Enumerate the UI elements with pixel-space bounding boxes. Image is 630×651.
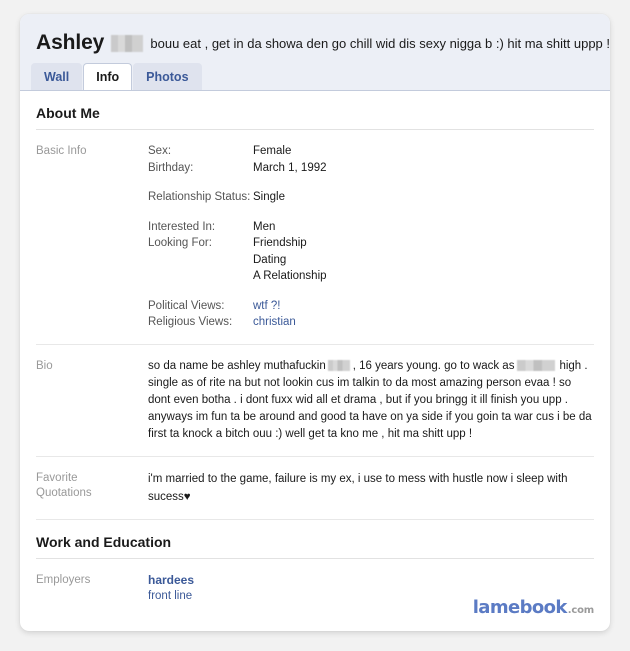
favorite-quotations-text: i'm married to the game, failure is my e… [148, 472, 568, 503]
watermark-brand: lamebook [472, 597, 568, 618]
profile-status-text: bouu eat , get in da showa den go chill … [150, 35, 610, 51]
field-value-religious-views[interactable]: christian [253, 314, 296, 331]
profile-header: Ashley bouu eat , get in da showa den go… [20, 14, 610, 91]
field-value-political-views[interactable]: wtf ?! [253, 298, 280, 315]
field-key-birthday: Birthday: [148, 161, 194, 174]
profile-name-row: Ashley bouu eat , get in da showa den go… [20, 27, 610, 59]
field-birthday: Birthday: March 1, 1992 [148, 160, 594, 177]
employer-name-link[interactable]: hardees [148, 572, 594, 588]
row-label-employers: Employers [36, 573, 91, 586]
field-value-looking-for-1: Friendship [253, 237, 307, 249]
field-spacer [148, 176, 594, 189]
field-value-sex: Female [253, 145, 292, 157]
field-looking-for-extra: Dating [148, 252, 594, 269]
tab-wall[interactable]: Wall [31, 63, 83, 90]
field-sex: Sex: Female [148, 143, 594, 160]
field-key-religious-views: Religious Views: [148, 316, 233, 328]
profile-body: About Me Basic Info Sex: Female Birthday… [20, 91, 610, 617]
row-label-line-2: Quotations [36, 486, 92, 499]
field-looking-for-extra: A Relationship [148, 268, 594, 285]
field-key-empty [148, 252, 253, 269]
field-key-looking-for: Looking For: [148, 237, 212, 249]
field-value-interested-in: Men [253, 220, 276, 233]
profile-card: Ashley bouu eat , get in da showa den go… [20, 14, 610, 631]
field-political-views: Political Views: wtf ?! [148, 298, 594, 315]
row-label-bio: Bio [36, 359, 53, 372]
field-religious-views: Religious Views: christian [148, 314, 594, 331]
field-interested-in: Interested In: Men [148, 219, 594, 236]
field-value-birthday: March 1, 1992 [253, 161, 327, 174]
field-spacer [148, 285, 594, 298]
row-bio: Bio so da name be ashley muthafuckin , 16… [36, 345, 594, 457]
field-key-sex: Sex: [148, 145, 172, 157]
field-key-empty [148, 268, 253, 285]
row-label-basic-info: Basic Info [36, 145, 87, 157]
lamebook-watermark: lamebook .com [473, 597, 594, 618]
row-favorite-quotations: Favorite Quotations i'm married to the g… [36, 457, 594, 520]
redacted-bio-block-2 [517, 360, 556, 372]
field-spacer [148, 206, 594, 219]
field-looking-for: Looking For: Friendship [148, 235, 594, 252]
section-title-about-me: About Me [36, 91, 594, 130]
field-value-looking-for-2: Dating [253, 253, 287, 266]
row-basic-info: Basic Info Sex: Female Birthday: March 1… [36, 130, 594, 345]
row-label-favorite-quotations: Favorite Quotations [36, 470, 148, 501]
field-key-relationship-status: Relationship Status: [148, 191, 251, 203]
redacted-bio-block-1 [327, 360, 350, 372]
bio-text-part-2: , 16 years young. go to wack as [352, 359, 515, 372]
field-key-interested-in: Interested In: [148, 220, 216, 233]
redacted-name-block [111, 34, 144, 52]
bio-text: so da name be ashley muthafuckin , 16 yea… [148, 358, 594, 443]
tab-info[interactable]: Info [83, 63, 133, 90]
row-label-line-1: Favorite [36, 471, 78, 484]
field-key-political-views: Political Views: [148, 299, 225, 312]
profile-tab-bar: Wall Info Photos [31, 63, 203, 90]
tab-photos[interactable]: Photos [133, 63, 202, 90]
section-title-work-and-education: Work and Education [36, 520, 594, 559]
field-value-looking-for-3: A Relationship [253, 270, 327, 282]
field-relationship-status: Relationship Status: Single [148, 189, 594, 206]
basic-info-fields: Sex: Female Birthday: March 1, 1992 Rela… [148, 143, 594, 331]
bio-text-part-1: so da name be ashley muthafuckin [148, 359, 326, 372]
watermark-tld: .com [567, 605, 594, 616]
profile-name: Ashley [36, 31, 105, 54]
field-value-relationship-status: Single [253, 191, 285, 203]
